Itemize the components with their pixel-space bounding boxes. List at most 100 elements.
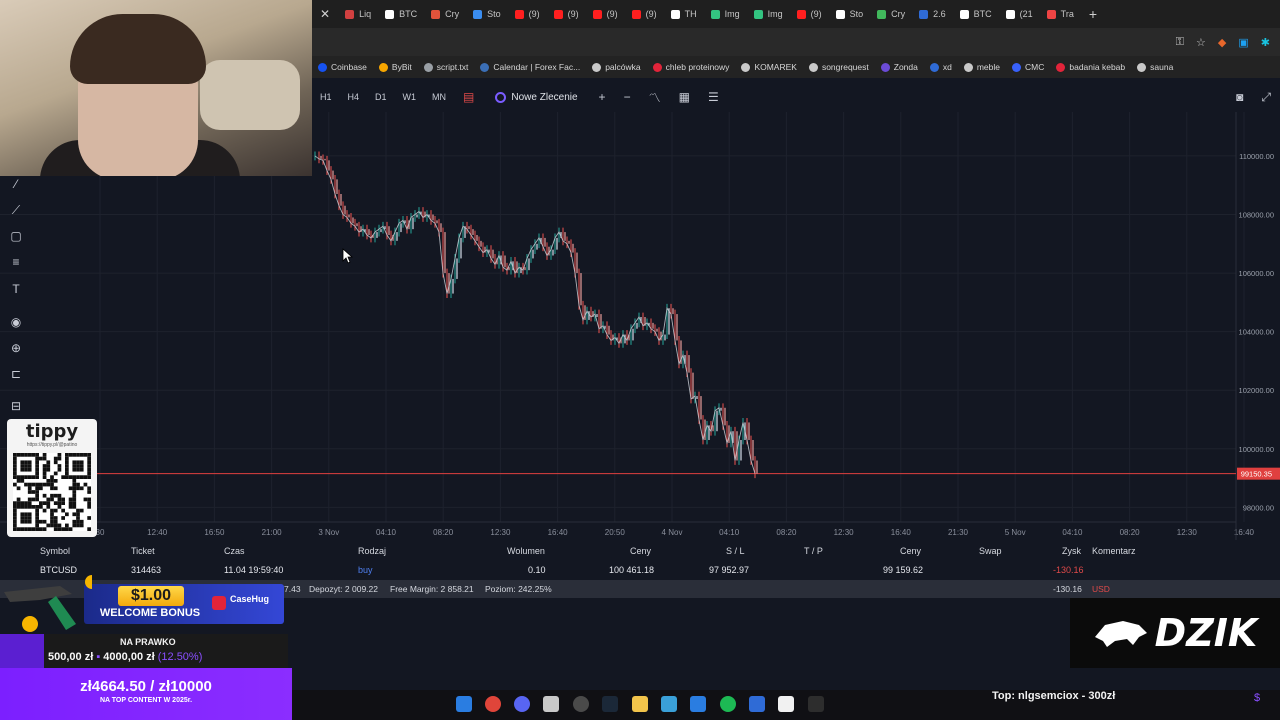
qr-module [50, 497, 54, 502]
extension-cyan-icon[interactable]: ✱ [1261, 36, 1270, 49]
bookmark-item[interactable]: chleb proteinowy [652, 62, 729, 72]
bookmark-item[interactable]: sauna [1137, 62, 1173, 72]
chrome-icon[interactable] [485, 696, 501, 712]
browser-tab[interactable]: Cry [870, 0, 912, 28]
header-open-price[interactable]: Ceny [630, 542, 651, 560]
price-chart[interactable]: 30 12:40 16:50 21:00 3 Nov 04:10 08:20 12:30 16:… [0, 112, 1280, 542]
browser-tab[interactable]: BTC [378, 0, 424, 28]
trend-line-icon[interactable]: ⁄ [8, 176, 24, 192]
extension-blue-icon[interactable]: ▣ [1238, 36, 1248, 49]
bookmark-item[interactable]: palcówka [592, 62, 641, 72]
bookmark-item[interactable]: Calendar | Forex Fac... [480, 62, 580, 72]
browser-tab[interactable]: Img [747, 0, 790, 28]
header-ticket[interactable]: Ticket [131, 542, 155, 560]
app-icon[interactable] [543, 696, 559, 712]
network-icon[interactable] [690, 696, 706, 712]
extension-fox-icon[interactable]: ◆ [1218, 36, 1226, 49]
header-time[interactable]: Czas [224, 542, 245, 560]
header-sl[interactable]: S / L [726, 542, 745, 560]
header-type[interactable]: Rodzaj [358, 542, 386, 560]
tree-icon[interactable]: ⊏ [8, 366, 24, 382]
new-order-label: Nowe Zlecenie [511, 91, 578, 103]
browser-tab[interactable]: Img [704, 0, 747, 28]
bookmark-item[interactable]: ByBit [378, 62, 412, 72]
new-order-button[interactable]: Nowe Zlecenie [483, 91, 589, 103]
bookmark-item[interactable]: CMC [1012, 62, 1044, 72]
header-tp[interactable]: T / P [804, 542, 823, 560]
timeframe-w1[interactable]: W1 [395, 92, 425, 102]
bookmark-item[interactable]: Coinbase [318, 62, 367, 72]
timeframe-d1[interactable]: D1 [367, 92, 395, 102]
browser-tab[interactable]: (21 [999, 0, 1040, 28]
qr-module [57, 523, 62, 528]
qr-module [65, 467, 69, 472]
fibonacci-icon[interactable]: ≡ [8, 254, 24, 270]
timeframe-h1[interactable]: H1 [312, 92, 340, 102]
bookmark-item[interactable]: Zonda [880, 62, 918, 72]
qr-module [42, 508, 47, 513]
bookmark-item[interactable]: KOMAREK [741, 62, 797, 72]
star-icon[interactable]: ☆ [1196, 36, 1206, 49]
browser-tab[interactable]: (9) [547, 0, 586, 28]
new-tab-button[interactable]: + [1081, 6, 1105, 22]
bookmark-item[interactable]: script.txt [423, 62, 468, 72]
timeframe-h4[interactable]: H4 [340, 92, 368, 102]
text-tool-icon[interactable]: T [8, 281, 24, 297]
close-tab-icon[interactable]: ✕ [312, 7, 338, 21]
tiktok-icon[interactable] [778, 696, 794, 712]
zoom-in-icon[interactable]: + [590, 90, 615, 104]
steam-icon[interactable] [602, 696, 618, 712]
calendar-icon[interactable]: ▦ [670, 90, 699, 104]
zoom-out-icon[interactable]: − [615, 90, 640, 104]
header-price[interactable]: Ceny [900, 542, 921, 560]
header-comment[interactable]: Komentarz [1092, 542, 1136, 560]
header-swap[interactable]: Swap [979, 542, 1002, 560]
browser-tab[interactable]: Liq [338, 0, 378, 28]
bookmark-item[interactable]: songrequest [808, 62, 869, 72]
notepad-icon[interactable] [749, 696, 765, 712]
bookmark-item[interactable]: badania kebab [1056, 62, 1125, 72]
row-sl[interactable]: 97 952.97 [709, 560, 749, 579]
layers-icon[interactable]: ⊟ [8, 398, 24, 414]
discord-icon[interactable] [514, 696, 530, 712]
browser-tab[interactable]: (9) [508, 0, 547, 28]
browser-tab[interactable]: Sto [829, 0, 871, 28]
key-icon[interactable]: ⚿ [1176, 36, 1184, 49]
templates-icon[interactable]: ☰ [699, 90, 728, 104]
browser-tab[interactable]: Tra [1040, 0, 1081, 28]
screenshot-icon[interactable]: ◙ [1227, 90, 1252, 104]
bookmark-item[interactable]: xd [929, 62, 952, 72]
spotify-icon[interactable] [720, 696, 736, 712]
qr-module [35, 497, 39, 502]
qr-module [53, 486, 58, 491]
header-volume[interactable]: Wolumen [507, 542, 545, 560]
folder-icon[interactable] [632, 696, 648, 712]
browser-tab[interactable]: (9) [790, 0, 829, 28]
browser-tab[interactable]: BTC [953, 0, 999, 28]
browser-tab[interactable]: TH [664, 0, 704, 28]
windows-start-icon[interactable] [456, 696, 472, 712]
obs-icon[interactable] [573, 696, 589, 712]
edge-icon[interactable] [661, 696, 677, 712]
fullscreen-icon[interactable]: ⤢ [1252, 90, 1280, 105]
qr-module [72, 497, 77, 502]
browser-tab[interactable]: Sto [466, 0, 508, 28]
lock-icon[interactable]: ⊕ [8, 340, 24, 356]
terminal-icon[interactable] [808, 696, 824, 712]
timeframe-mn[interactable]: MN [424, 92, 454, 102]
y-tick-label: 104000.00 [1239, 328, 1274, 337]
rectangle-icon[interactable]: ▢ [8, 228, 24, 244]
visibility-eye-icon[interactable]: ◉ [8, 314, 24, 330]
ray-icon[interactable]: ⟋ [8, 202, 24, 218]
browser-tab[interactable]: Cry [424, 0, 466, 28]
price-chart-canvas[interactable]: 30 12:40 16:50 21:00 3 Nov 04:10 08:20 12:30 16:… [0, 112, 1280, 542]
browser-tab[interactable]: (9) [586, 0, 625, 28]
header-profit[interactable]: Zysk [1062, 542, 1081, 560]
bookmark-item[interactable]: meble [963, 62, 1000, 72]
browser-tab[interactable]: 2.6 [912, 0, 953, 28]
chart-type-icon[interactable]: ▤ [454, 90, 483, 104]
indicators-icon[interactable]: 〽 [640, 89, 670, 106]
browser-tab[interactable]: (9) [625, 0, 664, 28]
header-symbol[interactable]: Symbol [40, 542, 70, 560]
qr-module [50, 486, 54, 491]
